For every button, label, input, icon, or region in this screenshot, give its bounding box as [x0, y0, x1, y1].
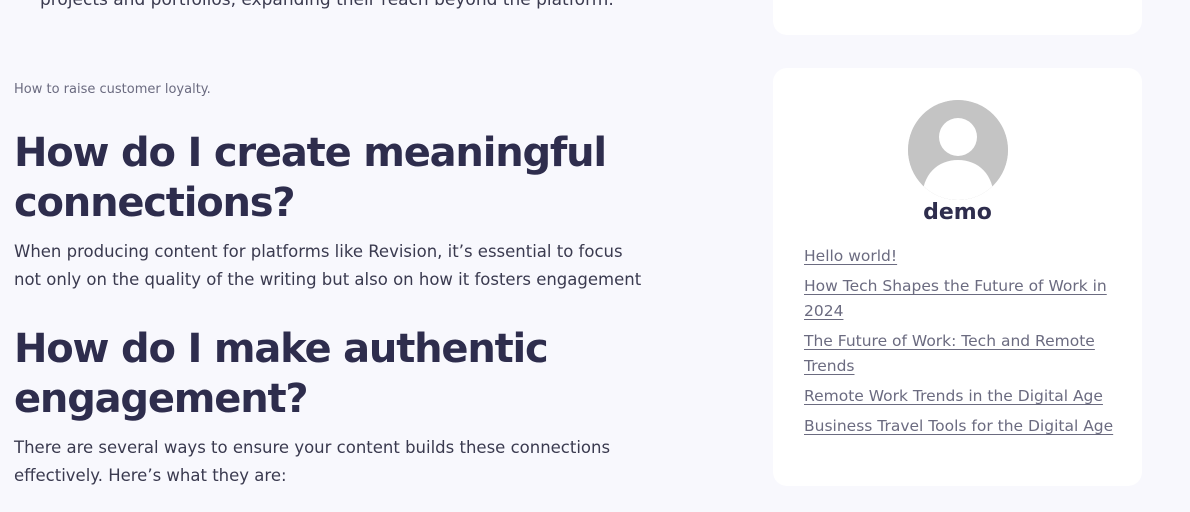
list-item: Business Travel Tools for the Digital Ag…	[804, 414, 1114, 439]
author-card: demo Hello world! How Tech Shapes the Fu…	[773, 68, 1142, 486]
user-avatar-icon[interactable]	[908, 100, 1008, 200]
section-heading: How do I create meaningful connections?	[14, 130, 607, 226]
list-item: The Future of Work: Tech and Remote Tren…	[804, 329, 1114, 379]
post-link[interactable]: The Future of Work: Tech and Remote Tren…	[804, 332, 1095, 375]
recent-posts-list: Hello world! How Tech Shapes the Future …	[804, 244, 1114, 444]
post-link[interactable]: How Tech Shapes the Future of Work in 20…	[804, 277, 1107, 320]
post-link[interactable]: Remote Work Trends in the Digital Age	[804, 387, 1103, 405]
list-item: Hello world!	[804, 244, 1114, 269]
section-paragraph: There are several ways to ensure your co…	[14, 438, 611, 485]
list-item-text: projects and portfolios, expanding their…	[40, 0, 614, 10]
post-link[interactable]: Hello world!	[804, 247, 897, 265]
page: projects and portfolios, expanding their…	[0, 0, 1190, 512]
article-eyebrow: How to raise customer loyalty.	[14, 82, 211, 97]
list-item: How Tech Shapes the Future of Work in 20…	[804, 274, 1114, 324]
section-heading: How do I make authentic engagement?	[14, 326, 549, 422]
sidebar-card	[773, 0, 1142, 35]
article-body: How to raise customer loyalty. How do I …	[14, 80, 654, 490]
post-link[interactable]: Business Travel Tools for the Digital Ag…	[804, 417, 1113, 435]
list-item: projects and portfolios, expanding their…	[40, 0, 614, 14]
author-name[interactable]: demo	[773, 200, 1142, 225]
section-paragraph: When producing content for platforms lik…	[14, 242, 642, 289]
list-item: Remote Work Trends in the Digital Age	[804, 384, 1114, 409]
